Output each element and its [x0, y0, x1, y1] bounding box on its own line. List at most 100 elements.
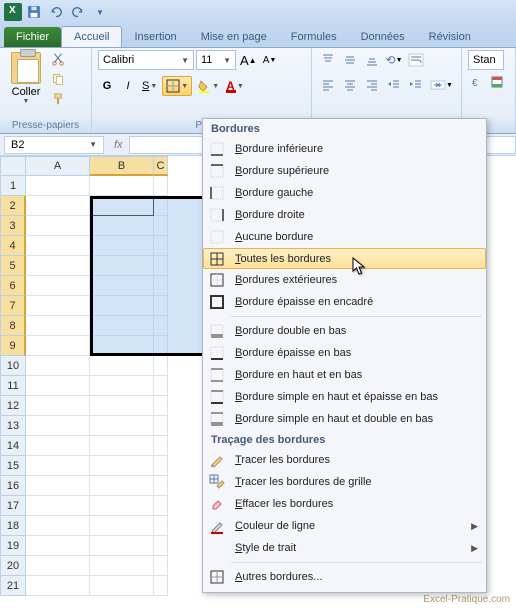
- erase-border-item[interactable]: Effacer les bordures: [203, 493, 486, 515]
- cut-button[interactable]: [49, 50, 67, 68]
- border-thick-bottom-item[interactable]: Bordure épaisse en bas: [203, 342, 486, 364]
- cell[interactable]: [90, 416, 154, 436]
- cell[interactable]: [90, 516, 154, 536]
- cell[interactable]: [26, 296, 90, 316]
- cell[interactable]: [154, 176, 168, 196]
- line-color-item[interactable]: Couleur de ligne▶: [203, 515, 486, 537]
- cell[interactable]: [26, 476, 90, 496]
- cell[interactable]: [154, 276, 168, 296]
- cell[interactable]: [90, 436, 154, 456]
- row-header-13[interactable]: 13: [0, 416, 26, 436]
- cell[interactable]: [90, 296, 154, 316]
- border-thick-box-item[interactable]: Bordure épaisse en encadré: [203, 291, 486, 313]
- cell[interactable]: [154, 416, 168, 436]
- cell[interactable]: [154, 256, 168, 276]
- row-header-8[interactable]: 8: [0, 316, 26, 336]
- row-header-18[interactable]: 18: [0, 516, 26, 536]
- wrap-text-button[interactable]: [406, 50, 426, 70]
- undo-button[interactable]: [46, 2, 66, 22]
- tab-review[interactable]: Révision: [417, 27, 483, 47]
- row-header-11[interactable]: 11: [0, 376, 26, 396]
- cell[interactable]: [90, 236, 154, 256]
- cell[interactable]: [26, 356, 90, 376]
- cell[interactable]: [90, 396, 154, 416]
- cell[interactable]: [26, 196, 90, 216]
- orientation-button[interactable]: ⟲▼: [384, 50, 404, 70]
- row-header-16[interactable]: 16: [0, 476, 26, 496]
- row-header-2[interactable]: 2: [0, 196, 26, 216]
- save-button[interactable]: [24, 2, 44, 22]
- cell[interactable]: [26, 456, 90, 476]
- border-top-bottom-item[interactable]: Bordure en haut et en bas: [203, 364, 486, 386]
- tab-data[interactable]: Données: [349, 27, 417, 47]
- tab-formulas[interactable]: Formules: [279, 27, 349, 47]
- font-size-combo[interactable]: 11▼: [196, 50, 236, 70]
- border-all-item[interactable]: Toutes les bordures: [203, 248, 486, 269]
- underline-button[interactable]: S▼: [140, 76, 159, 96]
- col-header-b[interactable]: B: [90, 156, 154, 176]
- row-header-14[interactable]: 14: [0, 436, 26, 456]
- borders-button[interactable]: ▼: [162, 76, 192, 96]
- draw-border-item[interactable]: Tracer les bordures: [203, 449, 486, 471]
- cell[interactable]: [26, 316, 90, 336]
- copy-button[interactable]: [49, 70, 67, 88]
- row-header-9[interactable]: 9: [0, 336, 26, 356]
- cell[interactable]: [26, 396, 90, 416]
- cell[interactable]: [26, 276, 90, 296]
- cell[interactable]: [26, 516, 90, 536]
- tab-layout[interactable]: Mise en page: [189, 27, 279, 47]
- cell[interactable]: [90, 256, 154, 276]
- format-painter-button[interactable]: [49, 90, 67, 108]
- cell[interactable]: [154, 456, 168, 476]
- row-header-19[interactable]: 19: [0, 536, 26, 556]
- select-all-corner[interactable]: [0, 156, 26, 176]
- cell[interactable]: [26, 556, 90, 576]
- cell[interactable]: [90, 456, 154, 476]
- border-double-bottom-item[interactable]: Bordure double en bas: [203, 320, 486, 342]
- border-left-item[interactable]: Bordure gauche: [203, 182, 486, 204]
- fx-icon[interactable]: fx: [108, 139, 129, 151]
- shrink-font-button[interactable]: A▼: [261, 50, 279, 70]
- row-header-3[interactable]: 3: [0, 216, 26, 236]
- cell[interactable]: [26, 436, 90, 456]
- cell[interactable]: [154, 536, 168, 556]
- align-left-button[interactable]: [318, 75, 338, 95]
- cell[interactable]: [90, 376, 154, 396]
- tab-file[interactable]: Fichier: [4, 27, 61, 47]
- row-header-4[interactable]: 4: [0, 236, 26, 256]
- cell[interactable]: [90, 356, 154, 376]
- cell[interactable]: [90, 276, 154, 296]
- grow-font-button[interactable]: A▲: [238, 50, 259, 70]
- row-header-6[interactable]: 6: [0, 276, 26, 296]
- align-center-button[interactable]: [340, 75, 360, 95]
- cell[interactable]: [26, 576, 90, 596]
- row-header-1[interactable]: 1: [0, 176, 26, 196]
- cell[interactable]: [90, 316, 154, 336]
- increase-indent-button[interactable]: [406, 75, 426, 95]
- cell[interactable]: [90, 336, 154, 356]
- cell[interactable]: [154, 236, 168, 256]
- cell[interactable]: [154, 216, 168, 236]
- cell[interactable]: [90, 196, 154, 216]
- col-header-c[interactable]: C: [154, 156, 168, 176]
- row-header-7[interactable]: 7: [0, 296, 26, 316]
- cell[interactable]: [26, 536, 90, 556]
- border-right-item[interactable]: Bordure droite: [203, 204, 486, 226]
- italic-button[interactable]: I: [119, 76, 137, 96]
- cell[interactable]: [154, 376, 168, 396]
- row-header-20[interactable]: 20: [0, 556, 26, 576]
- cell[interactable]: [154, 516, 168, 536]
- border-top-thick-bottom-item[interactable]: Bordure simple en haut et épaisse en bas: [203, 386, 486, 408]
- number-format-combo[interactable]: Stan: [468, 50, 504, 70]
- cell[interactable]: [90, 176, 154, 196]
- tab-home[interactable]: Accueil: [61, 26, 122, 47]
- cell[interactable]: [90, 536, 154, 556]
- cell[interactable]: [154, 336, 168, 356]
- cell[interactable]: [26, 256, 90, 276]
- cell[interactable]: [26, 336, 90, 356]
- bold-button[interactable]: G: [98, 76, 116, 96]
- name-box[interactable]: B2▼: [4, 136, 104, 154]
- cell[interactable]: [90, 476, 154, 496]
- cell[interactable]: [26, 236, 90, 256]
- border-top-double-bottom-item[interactable]: Bordure simple en haut et double en bas: [203, 408, 486, 430]
